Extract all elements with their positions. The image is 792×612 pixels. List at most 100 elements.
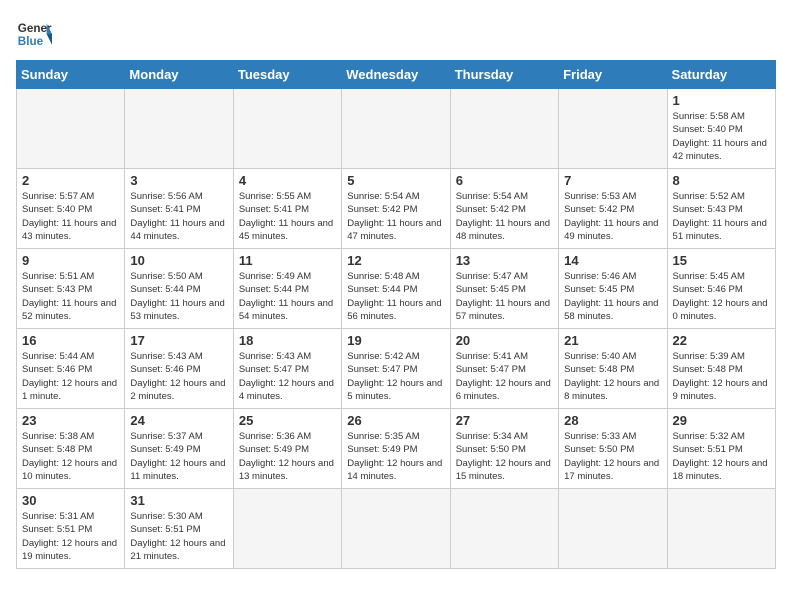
day-number: 24 [130, 413, 227, 428]
day-number: 16 [22, 333, 119, 348]
day-number: 23 [22, 413, 119, 428]
day-number: 13 [456, 253, 553, 268]
day-cell: 31Sunrise: 5:30 AM Sunset: 5:51 PM Dayli… [125, 489, 233, 569]
day-number: 2 [22, 173, 119, 188]
day-cell: 12Sunrise: 5:48 AM Sunset: 5:44 PM Dayli… [342, 249, 450, 329]
day-cell: 17 Sunrise: 5:43 AM Sunset: 5:46 PM Dayli… [125, 329, 233, 409]
day-cell: 4Sunrise: 5:55 AM Sunset: 5:41 PM Daylig… [233, 169, 341, 249]
day-cell [559, 489, 667, 569]
day-info: Sunrise: 5:34 AM Sunset: 5:50 PM Dayligh… [456, 430, 553, 483]
week-row-6: 30 Sunrise: 5:31 AM Sunset: 5:51 PM Dayli… [17, 489, 776, 569]
day-cell: 8Sunrise: 5:52 AM Sunset: 5:43 PM Daylig… [667, 169, 775, 249]
column-header-tuesday: Tuesday [233, 61, 341, 89]
day-number: 19 [347, 333, 444, 348]
day-cell [667, 489, 775, 569]
day-info: Sunrise: 5:41 AM Sunset: 5:47 PM Dayligh… [456, 350, 553, 403]
day-cell: 25Sunrise: 5:36 AM Sunset: 5:49 PM Dayli… [233, 409, 341, 489]
day-number: 14 [564, 253, 661, 268]
day-info: Sunrise: 5:45 AM Sunset: 5:46 PM Dayligh… [673, 270, 770, 323]
day-cell: 24 Sunrise: 5:37 AM Sunset: 5:49 PM Dayli… [125, 409, 233, 489]
day-number: 3 [130, 173, 227, 188]
day-cell: 7 Sunrise: 5:53 AM Sunset: 5:42 PM Daylig… [559, 169, 667, 249]
day-cell: 11 Sunrise: 5:49 AM Sunset: 5:44 PM Dayli… [233, 249, 341, 329]
day-cell [559, 89, 667, 169]
day-number: 27 [456, 413, 553, 428]
calendar-body: 1 Sunrise: 5:58 AM Sunset: 5:40 PM Daylig… [17, 89, 776, 569]
day-number: 30 [22, 493, 119, 508]
day-cell [17, 89, 125, 169]
column-header-monday: Monday [125, 61, 233, 89]
column-header-saturday: Saturday [667, 61, 775, 89]
logo: General Blue [16, 16, 52, 52]
day-info: Sunrise: 5:55 AM Sunset: 5:41 PM Dayligh… [239, 190, 336, 243]
day-cell: 15 Sunrise: 5:45 AM Sunset: 5:46 PM Dayli… [667, 249, 775, 329]
week-row-5: 23 Sunrise: 5:38 AM Sunset: 5:48 PM Dayli… [17, 409, 776, 489]
day-number: 7 [564, 173, 661, 188]
week-row-4: 16 Sunrise: 5:44 AM Sunset: 5:46 PM Dayli… [17, 329, 776, 409]
day-info: Sunrise: 5:54 AM Sunset: 5:42 PM Dayligh… [347, 190, 444, 243]
week-row-1: 1 Sunrise: 5:58 AM Sunset: 5:40 PM Daylig… [17, 89, 776, 169]
day-cell [125, 89, 233, 169]
day-cell: 5 Sunrise: 5:54 AM Sunset: 5:42 PM Daylig… [342, 169, 450, 249]
calendar-table: SundayMondayTuesdayWednesdayThursdayFrid… [16, 60, 776, 569]
day-info: Sunrise: 5:47 AM Sunset: 5:45 PM Dayligh… [456, 270, 553, 323]
day-cell: 23 Sunrise: 5:38 AM Sunset: 5:48 PM Dayli… [17, 409, 125, 489]
day-info: Sunrise: 5:44 AM Sunset: 5:46 PM Dayligh… [22, 350, 119, 403]
day-cell: 22 Sunrise: 5:39 AM Sunset: 5:48 PM Dayli… [667, 329, 775, 409]
day-number: 31 [130, 493, 227, 508]
day-cell: 10Sunrise: 5:50 AM Sunset: 5:44 PM Dayli… [125, 249, 233, 329]
day-info: Sunrise: 5:57 AM Sunset: 5:40 PM Dayligh… [22, 190, 119, 243]
day-cell: 28Sunrise: 5:33 AM Sunset: 5:50 PM Dayli… [559, 409, 667, 489]
day-number: 5 [347, 173, 444, 188]
day-number: 11 [239, 253, 336, 268]
day-info: Sunrise: 5:51 AM Sunset: 5:43 PM Dayligh… [22, 270, 119, 323]
day-info: Sunrise: 5:43 AM Sunset: 5:46 PM Dayligh… [130, 350, 227, 403]
day-cell: 9 Sunrise: 5:51 AM Sunset: 5:43 PM Daylig… [17, 249, 125, 329]
day-number: 15 [673, 253, 770, 268]
day-number: 21 [564, 333, 661, 348]
day-number: 25 [239, 413, 336, 428]
day-info: Sunrise: 5:49 AM Sunset: 5:44 PM Dayligh… [239, 270, 336, 323]
day-info: Sunrise: 5:46 AM Sunset: 5:45 PM Dayligh… [564, 270, 661, 323]
column-header-sunday: Sunday [17, 61, 125, 89]
day-number: 9 [22, 253, 119, 268]
day-cell [342, 89, 450, 169]
day-cell: 1 Sunrise: 5:58 AM Sunset: 5:40 PM Daylig… [667, 89, 775, 169]
day-cell: 20 Sunrise: 5:41 AM Sunset: 5:47 PM Dayli… [450, 329, 558, 409]
day-cell: 16 Sunrise: 5:44 AM Sunset: 5:46 PM Dayli… [17, 329, 125, 409]
day-cell: 18Sunrise: 5:43 AM Sunset: 5:47 PM Dayli… [233, 329, 341, 409]
day-info: Sunrise: 5:58 AM Sunset: 5:40 PM Dayligh… [673, 110, 770, 163]
day-info: Sunrise: 5:32 AM Sunset: 5:51 PM Dayligh… [673, 430, 770, 483]
day-cell: 14 Sunrise: 5:46 AM Sunset: 5:45 PM Dayli… [559, 249, 667, 329]
day-cell: 27 Sunrise: 5:34 AM Sunset: 5:50 PM Dayli… [450, 409, 558, 489]
day-info: Sunrise: 5:52 AM Sunset: 5:43 PM Dayligh… [673, 190, 770, 243]
day-cell: 6Sunrise: 5:54 AM Sunset: 5:42 PM Daylig… [450, 169, 558, 249]
day-info: Sunrise: 5:39 AM Sunset: 5:48 PM Dayligh… [673, 350, 770, 403]
day-number: 17 [130, 333, 227, 348]
day-cell [342, 489, 450, 569]
day-info: Sunrise: 5:37 AM Sunset: 5:49 PM Dayligh… [130, 430, 227, 483]
day-info: Sunrise: 5:42 AM Sunset: 5:47 PM Dayligh… [347, 350, 444, 403]
day-info: Sunrise: 5:53 AM Sunset: 5:42 PM Dayligh… [564, 190, 661, 243]
page-header: General Blue [16, 16, 776, 52]
day-number: 20 [456, 333, 553, 348]
day-cell [450, 489, 558, 569]
calendar-header-row: SundayMondayTuesdayWednesdayThursdayFrid… [17, 61, 776, 89]
day-number: 6 [456, 173, 553, 188]
day-info: Sunrise: 5:48 AM Sunset: 5:44 PM Dayligh… [347, 270, 444, 323]
day-number: 18 [239, 333, 336, 348]
column-header-thursday: Thursday [450, 61, 558, 89]
day-number: 10 [130, 253, 227, 268]
day-cell: 13 Sunrise: 5:47 AM Sunset: 5:45 PM Dayli… [450, 249, 558, 329]
day-cell [233, 89, 341, 169]
column-header-wednesday: Wednesday [342, 61, 450, 89]
day-info: Sunrise: 5:38 AM Sunset: 5:48 PM Dayligh… [22, 430, 119, 483]
day-number: 1 [673, 93, 770, 108]
day-cell [450, 89, 558, 169]
day-cell: 29Sunrise: 5:32 AM Sunset: 5:51 PM Dayli… [667, 409, 775, 489]
day-info: Sunrise: 5:31 AM Sunset: 5:51 PM Dayligh… [22, 510, 119, 563]
logo-icon: General Blue [16, 16, 52, 52]
day-number: 22 [673, 333, 770, 348]
day-number: 26 [347, 413, 444, 428]
day-info: Sunrise: 5:35 AM Sunset: 5:49 PM Dayligh… [347, 430, 444, 483]
